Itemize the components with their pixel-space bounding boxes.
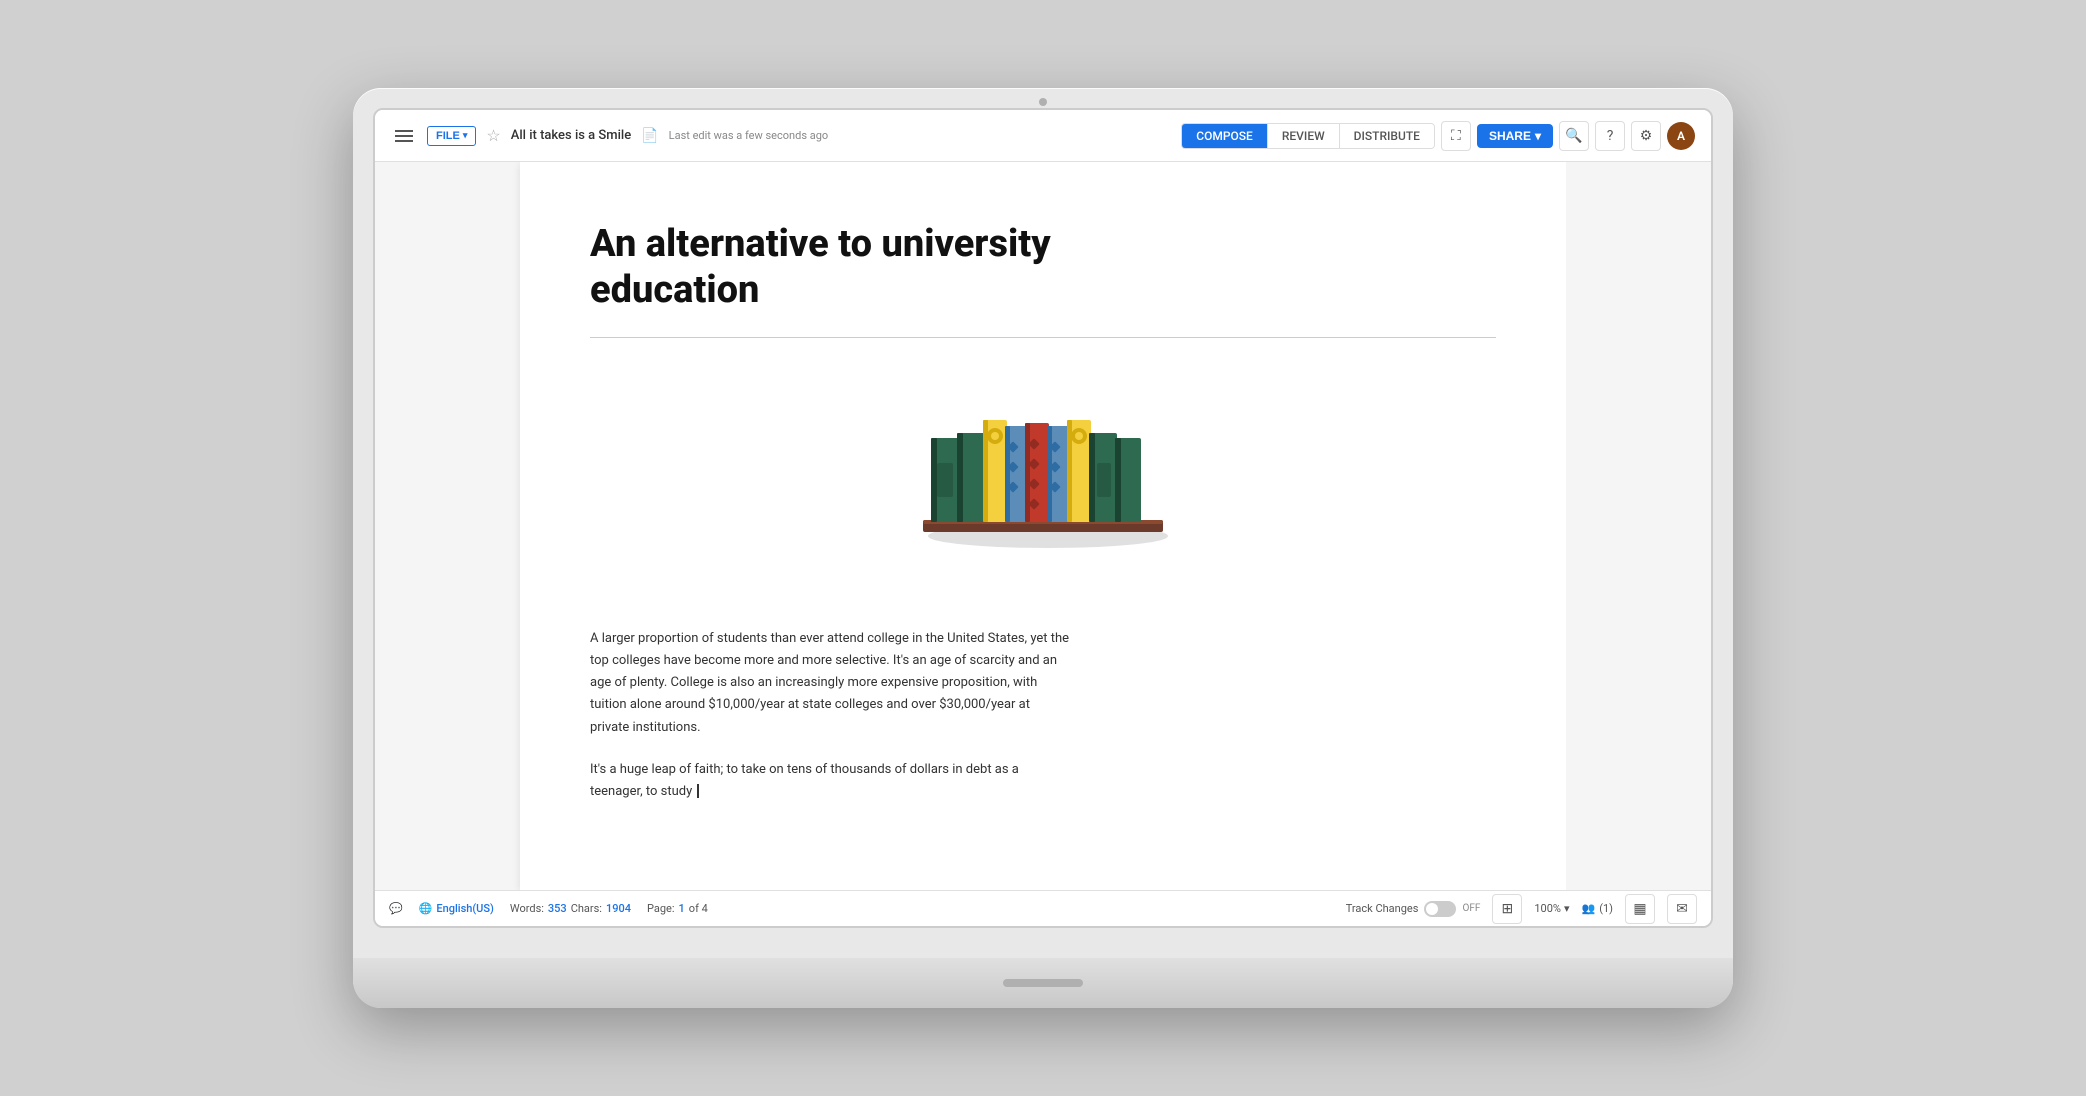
chars-label: Chars:	[571, 902, 602, 915]
help-icon[interactable]: ?	[1595, 121, 1625, 151]
file-button[interactable]: FILE ▾	[427, 126, 476, 146]
file-chevron: ▾	[463, 130, 468, 141]
tab-compose[interactable]: COMPOSE	[1182, 124, 1268, 148]
text-cursor	[697, 784, 699, 798]
share-label: SHARE	[1489, 129, 1531, 143]
people-icon: 👥	[1582, 902, 1596, 915]
zoom-level: 100%	[1534, 902, 1561, 915]
document-page[interactable]: An alternative to university education	[520, 162, 1566, 890]
left-panel	[375, 162, 520, 890]
track-changes-label: Track Changes	[1346, 902, 1419, 915]
share-chevron: ▾	[1535, 129, 1541, 143]
paragraph-2: It's a huge leap of faith; to take on te…	[590, 759, 1070, 803]
chars-count: 1904	[606, 902, 631, 915]
language-label: English(US)	[436, 902, 493, 915]
star-icon[interactable]: ☆	[486, 126, 500, 145]
track-changes-toggle[interactable]	[1424, 901, 1456, 917]
file-label: FILE	[436, 130, 460, 142]
search-icon[interactable]: 🔍	[1559, 121, 1589, 151]
words-label: Words:	[510, 902, 544, 915]
laptop-base	[353, 958, 1733, 1008]
menu-icon[interactable]	[391, 126, 417, 146]
settings-icon[interactable]: ⚙	[1631, 121, 1661, 151]
toolbar: FILE ▾ ☆ All it takes is a Smile 📄 Last …	[375, 110, 1711, 162]
word-count: Words: 353 Chars: 1904	[510, 902, 631, 915]
page-current: 1	[679, 902, 685, 915]
zoom-control[interactable]: 100% ▾	[1534, 902, 1569, 915]
collaborators-count: (1)	[1599, 902, 1613, 915]
collaborators[interactable]: 👥 (1)	[1582, 902, 1613, 915]
main-area: An alternative to university education	[375, 162, 1711, 890]
track-state-label: OFF	[1462, 903, 1480, 914]
page-of: of 4	[689, 902, 708, 915]
book-illustration	[873, 368, 1213, 588]
grid-view-icon[interactable]: ⊞	[1492, 894, 1522, 924]
language-selector[interactable]: 🌐 English(US)	[419, 902, 494, 915]
comment-button[interactable]: 💬	[389, 902, 403, 915]
page-label: Page:	[647, 902, 675, 915]
view-mode-icon[interactable]: ▦	[1625, 894, 1655, 924]
status-right: Track Changes OFF ⊞ 100% ▾ 👥 (1) ▦ ✉	[1346, 894, 1697, 924]
title-divider	[590, 337, 1496, 338]
tab-distribute[interactable]: DISTRIBUTE	[1340, 124, 1434, 148]
document-title: All it takes is a Smile	[511, 128, 632, 143]
comment-icon: 💬	[389, 902, 403, 915]
status-bar: 💬 🌐 English(US) Words: 353 Chars: 1904 P…	[375, 890, 1711, 926]
right-panel	[1566, 162, 1711, 890]
screen: FILE ▾ ☆ All it takes is a Smile 📄 Last …	[373, 108, 1713, 928]
camera	[1039, 98, 1047, 106]
paragraph-1: A larger proportion of students than eve…	[590, 628, 1070, 738]
zoom-chevron: ▾	[1564, 902, 1570, 915]
words-count: 353	[548, 902, 567, 915]
view-tabs: COMPOSE REVIEW DISTRIBUTE	[1181, 123, 1435, 149]
present-icon[interactable]: ⛶	[1441, 121, 1471, 151]
tab-review[interactable]: REVIEW	[1268, 124, 1340, 148]
save-icon: 📄	[641, 128, 658, 144]
document-heading: An alternative to university education	[590, 222, 1070, 313]
mail-icon[interactable]: ✉	[1667, 894, 1697, 924]
track-changes-control[interactable]: Track Changes OFF	[1346, 901, 1481, 917]
toolbar-right: COMPOSE REVIEW DISTRIBUTE ⛶ SHARE ▾ 🔍 ? …	[1181, 121, 1695, 151]
last-edit-status: Last edit was a few seconds ago	[669, 129, 829, 142]
laptop-notch	[1003, 979, 1083, 987]
avatar[interactable]: A	[1667, 122, 1695, 150]
share-button[interactable]: SHARE ▾	[1477, 124, 1553, 148]
language-icon: 🌐	[419, 902, 433, 915]
laptop-frame: FILE ▾ ☆ All it takes is a Smile 📄 Last …	[353, 88, 1733, 1008]
page-indicator: Page: 1 of 4	[647, 902, 708, 915]
